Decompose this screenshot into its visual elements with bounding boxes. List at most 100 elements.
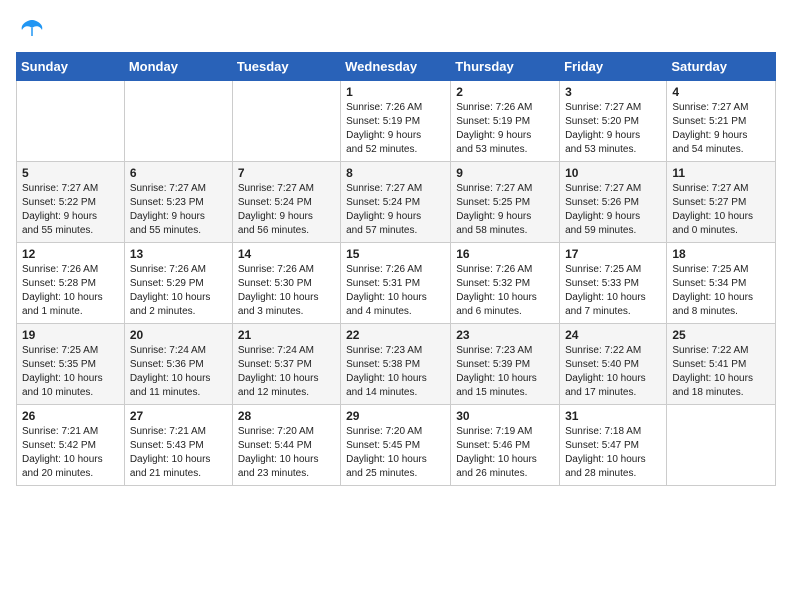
calendar-day-7: 7 Sunrise: 7:27 AM Sunset: 5:24 PM Daylig… <box>232 162 340 243</box>
day-info: Sunrise: 7:26 AM Sunset: 5:29 PM Dayligh… <box>130 263 227 319</box>
logo <box>16 16 46 40</box>
day-info: Sunrise: 7:27 AM Sunset: 5:22 PM Dayligh… <box>22 182 119 238</box>
calendar-day-12: 12 Sunrise: 7:26 AM Sunset: 5:28 PM Dayli… <box>17 243 125 324</box>
day-number: 24 <box>565 328 661 342</box>
day-info: Sunrise: 7:24 AM Sunset: 5:36 PM Dayligh… <box>130 344 227 400</box>
calendar-day-4: 4 Sunrise: 7:27 AM Sunset: 5:21 PM Daylig… <box>667 81 776 162</box>
day-number: 10 <box>565 166 661 180</box>
calendar-day-26: 26 Sunrise: 7:21 AM Sunset: 5:42 PM Dayli… <box>17 405 125 486</box>
day-number: 31 <box>565 409 661 423</box>
day-number: 19 <box>22 328 119 342</box>
day-number: 18 <box>672 247 770 261</box>
day-header-wednesday: Wednesday <box>341 53 451 81</box>
day-number: 12 <box>22 247 119 261</box>
day-info: Sunrise: 7:23 AM Sunset: 5:38 PM Dayligh… <box>346 344 445 400</box>
day-info: Sunrise: 7:22 AM Sunset: 5:41 PM Dayligh… <box>672 344 770 400</box>
day-number: 25 <box>672 328 770 342</box>
day-info: Sunrise: 7:19 AM Sunset: 5:46 PM Dayligh… <box>456 425 554 481</box>
day-info: Sunrise: 7:25 AM Sunset: 5:34 PM Dayligh… <box>672 263 770 319</box>
day-number: 4 <box>672 85 770 99</box>
calendar-day-25: 25 Sunrise: 7:22 AM Sunset: 5:41 PM Dayli… <box>667 324 776 405</box>
day-number: 26 <box>22 409 119 423</box>
calendar-day-22: 22 Sunrise: 7:23 AM Sunset: 5:38 PM Dayli… <box>341 324 451 405</box>
calendar-day-31: 31 Sunrise: 7:18 AM Sunset: 5:47 PM Dayli… <box>560 405 667 486</box>
calendar-day-16: 16 Sunrise: 7:26 AM Sunset: 5:32 PM Dayli… <box>451 243 560 324</box>
calendar-day-1: 1 Sunrise: 7:26 AM Sunset: 5:19 PM Daylig… <box>341 81 451 162</box>
calendar-day-14: 14Sunrise: 7:26 AM Sunset: 5:30 PM Dayli… <box>232 243 340 324</box>
calendar-empty-cell <box>232 81 340 162</box>
day-info: Sunrise: 7:21 AM Sunset: 5:42 PM Dayligh… <box>22 425 119 481</box>
calendar-week-row: 5Sunrise: 7:27 AM Sunset: 5:22 PM Daylig… <box>17 162 776 243</box>
day-number: 8 <box>346 166 445 180</box>
day-number: 21 <box>238 328 335 342</box>
calendar-day-2: 2Sunrise: 7:26 AM Sunset: 5:19 PM Daylig… <box>451 81 560 162</box>
calendar-day-18: 18 Sunrise: 7:25 AM Sunset: 5:34 PM Dayli… <box>667 243 776 324</box>
day-info: Sunrise: 7:23 AM Sunset: 5:39 PM Dayligh… <box>456 344 554 400</box>
day-number: 9 <box>456 166 554 180</box>
calendar-day-17: 17 Sunrise: 7:25 AM Sunset: 5:33 PM Dayli… <box>560 243 667 324</box>
calendar-week-row: 26 Sunrise: 7:21 AM Sunset: 5:42 PM Dayli… <box>17 405 776 486</box>
calendar-day-24: 24 Sunrise: 7:22 AM Sunset: 5:40 PM Dayli… <box>560 324 667 405</box>
calendar-day-28: 28Sunrise: 7:20 AM Sunset: 5:44 PM Dayli… <box>232 405 340 486</box>
day-info: Sunrise: 7:22 AM Sunset: 5:40 PM Dayligh… <box>565 344 661 400</box>
calendar-day-30: 30 Sunrise: 7:19 AM Sunset: 5:46 PM Dayli… <box>451 405 560 486</box>
calendar-day-29: 29 Sunrise: 7:20 AM Sunset: 5:45 PM Dayli… <box>341 405 451 486</box>
day-number: 6 <box>130 166 227 180</box>
day-header-thursday: Thursday <box>451 53 560 81</box>
calendar-day-20: 20Sunrise: 7:24 AM Sunset: 5:36 PM Dayli… <box>124 324 232 405</box>
calendar-week-row: 1 Sunrise: 7:26 AM Sunset: 5:19 PM Daylig… <box>17 81 776 162</box>
day-info: Sunrise: 7:20 AM Sunset: 5:44 PM Dayligh… <box>238 425 335 481</box>
day-header-tuesday: Tuesday <box>232 53 340 81</box>
day-info: Sunrise: 7:27 AM Sunset: 5:25 PM Dayligh… <box>456 182 554 238</box>
day-info: Sunrise: 7:26 AM Sunset: 5:32 PM Dayligh… <box>456 263 554 319</box>
day-info: Sunrise: 7:26 AM Sunset: 5:19 PM Dayligh… <box>456 101 554 157</box>
day-number: 3 <box>565 85 661 99</box>
day-info: Sunrise: 7:27 AM Sunset: 5:27 PM Dayligh… <box>672 182 770 238</box>
day-info: Sunrise: 7:20 AM Sunset: 5:45 PM Dayligh… <box>346 425 445 481</box>
day-info: Sunrise: 7:27 AM Sunset: 5:20 PM Dayligh… <box>565 101 661 157</box>
day-number: 1 <box>346 85 445 99</box>
day-info: Sunrise: 7:27 AM Sunset: 5:21 PM Dayligh… <box>672 101 770 157</box>
day-number: 11 <box>672 166 770 180</box>
day-info: Sunrise: 7:27 AM Sunset: 5:23 PM Dayligh… <box>130 182 227 238</box>
calendar-day-5: 5Sunrise: 7:27 AM Sunset: 5:22 PM Daylig… <box>17 162 125 243</box>
calendar-empty-cell <box>667 405 776 486</box>
day-header-sunday: Sunday <box>17 53 125 81</box>
day-info: Sunrise: 7:27 AM Sunset: 5:24 PM Dayligh… <box>238 182 335 238</box>
day-number: 23 <box>456 328 554 342</box>
calendar-empty-cell <box>124 81 232 162</box>
day-info: Sunrise: 7:25 AM Sunset: 5:35 PM Dayligh… <box>22 344 119 400</box>
calendar-week-row: 12 Sunrise: 7:26 AM Sunset: 5:28 PM Dayli… <box>17 243 776 324</box>
day-number: 27 <box>130 409 227 423</box>
day-number: 7 <box>238 166 335 180</box>
day-number: 14 <box>238 247 335 261</box>
day-info: Sunrise: 7:25 AM Sunset: 5:33 PM Dayligh… <box>565 263 661 319</box>
calendar-day-15: 15Sunrise: 7:26 AM Sunset: 5:31 PM Dayli… <box>341 243 451 324</box>
calendar-table: SundayMondayTuesdayWednesdayThursdayFrid… <box>16 52 776 486</box>
day-info: Sunrise: 7:26 AM Sunset: 5:19 PM Dayligh… <box>346 101 445 157</box>
day-number: 30 <box>456 409 554 423</box>
day-number: 29 <box>346 409 445 423</box>
day-number: 13 <box>130 247 227 261</box>
calendar-day-9: 9 Sunrise: 7:27 AM Sunset: 5:25 PM Daylig… <box>451 162 560 243</box>
day-info: Sunrise: 7:27 AM Sunset: 5:24 PM Dayligh… <box>346 182 445 238</box>
calendar-day-10: 10Sunrise: 7:27 AM Sunset: 5:26 PM Dayli… <box>560 162 667 243</box>
day-number: 22 <box>346 328 445 342</box>
calendar-day-27: 27 Sunrise: 7:21 AM Sunset: 5:43 PM Dayli… <box>124 405 232 486</box>
day-header-saturday: Saturday <box>667 53 776 81</box>
day-info: Sunrise: 7:26 AM Sunset: 5:28 PM Dayligh… <box>22 263 119 319</box>
day-info: Sunrise: 7:21 AM Sunset: 5:43 PM Dayligh… <box>130 425 227 481</box>
calendar-header-row: SundayMondayTuesdayWednesdayThursdayFrid… <box>17 53 776 81</box>
calendar-day-8: 8 Sunrise: 7:27 AM Sunset: 5:24 PM Daylig… <box>341 162 451 243</box>
calendar-day-19: 19 Sunrise: 7:25 AM Sunset: 5:35 PM Dayli… <box>17 324 125 405</box>
day-header-friday: Friday <box>560 53 667 81</box>
page-header <box>16 16 776 40</box>
day-info: Sunrise: 7:18 AM Sunset: 5:47 PM Dayligh… <box>565 425 661 481</box>
day-number: 16 <box>456 247 554 261</box>
calendar-day-11: 11 Sunrise: 7:27 AM Sunset: 5:27 PM Dayli… <box>667 162 776 243</box>
logo-bird-icon <box>18 16 46 44</box>
day-info: Sunrise: 7:26 AM Sunset: 5:31 PM Dayligh… <box>346 263 445 319</box>
calendar-empty-cell <box>17 81 125 162</box>
calendar-day-23: 23 Sunrise: 7:23 AM Sunset: 5:39 PM Dayli… <box>451 324 560 405</box>
day-number: 17 <box>565 247 661 261</box>
